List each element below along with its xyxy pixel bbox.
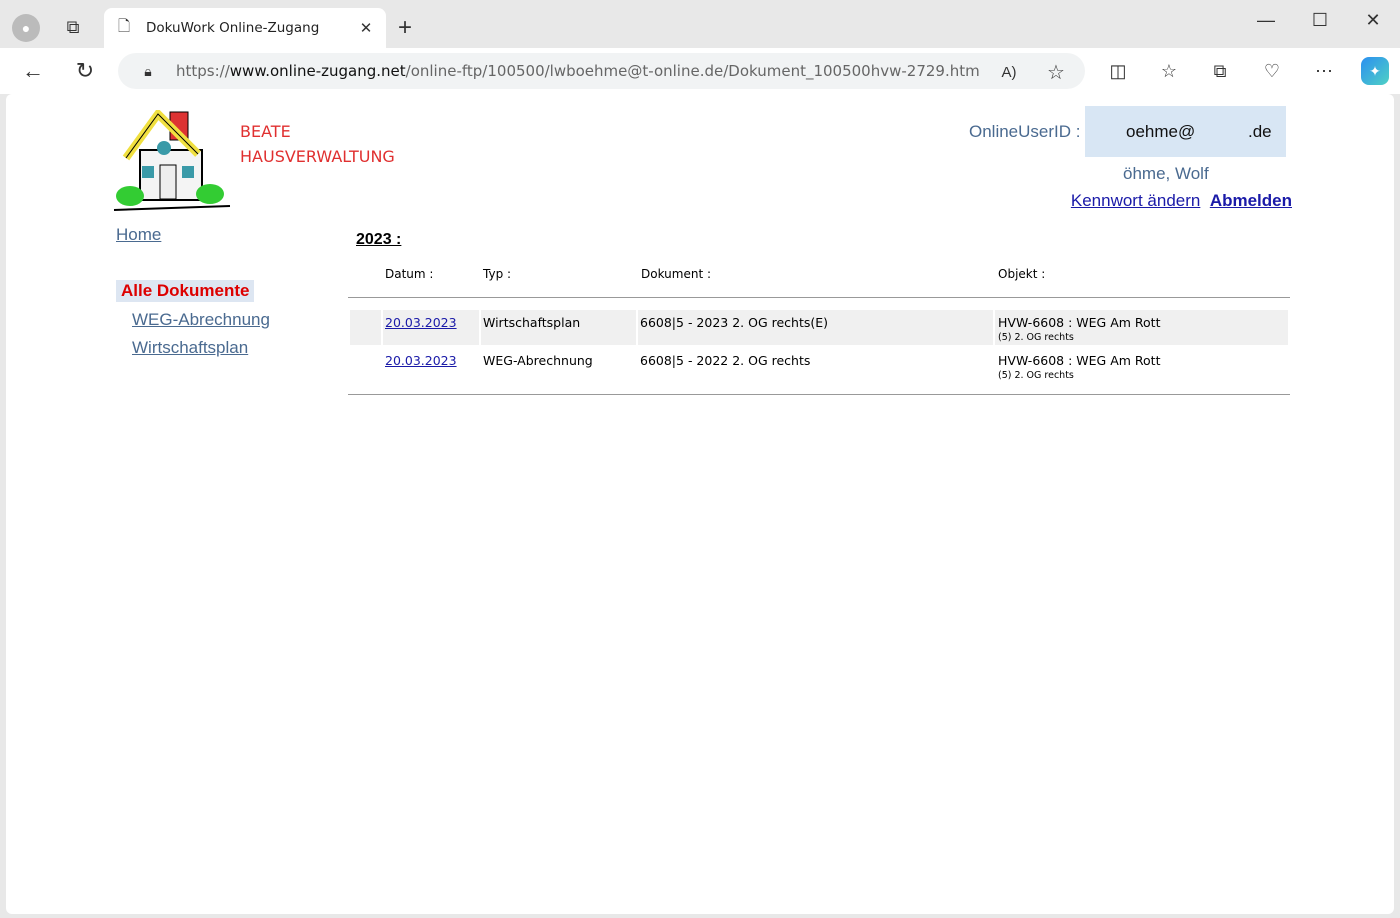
minimize-icon[interactable]: — bbox=[1254, 8, 1278, 32]
new-tab-icon[interactable]: + bbox=[393, 14, 417, 41]
browser-essentials-icon[interactable]: ♡ bbox=[1260, 59, 1284, 83]
collections-icon[interactable]: ⧉ bbox=[1208, 59, 1232, 83]
tab-bar: ● ⧉ 🗋 DokuWork Online-Zugang ✕ + — ☐ ✕ bbox=[0, 0, 1400, 48]
close-tab-icon[interactable]: ✕ bbox=[356, 18, 376, 38]
header-object: Objekt : bbox=[998, 267, 1046, 281]
nav-wirtschaftsplan[interactable]: Wirtschaftsplan bbox=[132, 338, 248, 358]
user-name: öhme, Wolf bbox=[1123, 164, 1209, 183]
document-name: 6608|5 - 2023 2. OG rechts(E) bbox=[638, 310, 993, 345]
table-row: 20.03.2023 WEG-Abrechnung 6608|5 - 2022 … bbox=[350, 348, 1288, 383]
document-date-link[interactable]: 20.03.2023 bbox=[385, 353, 457, 368]
read-aloud-icon[interactable]: A) bbox=[998, 61, 1020, 83]
document-name: 6608|5 - 2022 2. OG rechts bbox=[640, 353, 811, 368]
header-date: Datum : bbox=[385, 267, 434, 281]
page-content: BEATE HAUSVERWALTUNG OnlineUserID : oehme… bbox=[6, 94, 1394, 914]
copilot-icon[interactable]: ✦ bbox=[1361, 57, 1389, 85]
year-heading: 2023 : bbox=[356, 231, 402, 248]
brand-line1: BEATE bbox=[240, 122, 291, 141]
user-id-part2: .de bbox=[1248, 122, 1272, 141]
brand-name: BEATE HAUSVERWALTUNG bbox=[240, 119, 395, 169]
table-row: 20.03.2023 Wirtschaftsplan 6608|5 - 2023… bbox=[350, 310, 1288, 345]
divider bbox=[348, 297, 1290, 298]
url-prefix: https:// bbox=[176, 62, 230, 80]
page-icon: 🗋 bbox=[117, 17, 131, 35]
address-bar[interactable]: 🔒︎ https://www.online-zugang.net/online-… bbox=[118, 53, 1085, 89]
favorites-icon[interactable]: ☆ bbox=[1157, 59, 1181, 83]
url-domain: www.online-zugang.net bbox=[229, 62, 406, 80]
nav-all-documents[interactable]: Alle Dokumente bbox=[116, 280, 255, 302]
house-logo bbox=[113, 110, 231, 211]
document-type: Wirtschaftsplan bbox=[481, 310, 636, 345]
document-date-link[interactable]: 20.03.2023 bbox=[385, 315, 457, 330]
profile-icon[interactable]: ● bbox=[12, 14, 40, 42]
favorite-star-icon[interactable]: ☆ bbox=[1044, 60, 1068, 84]
back-icon[interactable]: ← bbox=[20, 58, 46, 84]
logout-link[interactable]: Abmelden bbox=[1210, 191, 1292, 210]
address-row: ← ↻ 🔒︎ https://www.online-zugang.net/onl… bbox=[0, 48, 1400, 94]
header-document: Dokument : bbox=[641, 267, 712, 281]
change-password-link[interactable]: Kennwort ändern bbox=[1071, 191, 1200, 210]
maximize-icon[interactable]: ☐ bbox=[1308, 8, 1332, 32]
close-window-icon[interactable]: ✕ bbox=[1361, 8, 1385, 32]
user-id-label: OnlineUserID : bbox=[969, 122, 1081, 141]
home-link[interactable]: Home bbox=[116, 225, 161, 245]
document-type: WEG-Abrechnung bbox=[483, 353, 593, 368]
lock-icon[interactable]: 🔒︎ bbox=[138, 61, 158, 81]
object-unit: (5) 2. OG rechts bbox=[998, 332, 1074, 343]
divider bbox=[348, 394, 1290, 395]
refresh-icon[interactable]: ↻ bbox=[72, 58, 98, 84]
user-id-part1: oehme@ bbox=[1126, 122, 1196, 141]
url-path: /online-ftp/100500/lwboehme@t-online.de/… bbox=[405, 62, 980, 80]
object-unit: (5) 2. OG rechts bbox=[998, 370, 1074, 381]
object-name: HVW-6608 : WEG Am Rott bbox=[998, 353, 1161, 368]
tab-active[interactable]: 🗋 DokuWork Online-Zugang ✕ bbox=[104, 8, 386, 48]
workspaces-icon[interactable]: ⧉ bbox=[60, 14, 86, 40]
brand-line2: HAUSVERWALTUNG bbox=[240, 147, 395, 166]
object-name: HVW-6608 : WEG Am Rott bbox=[998, 315, 1161, 330]
user-id-value: oehme@ .de bbox=[1085, 106, 1286, 157]
tab-title: DokuWork Online-Zugang bbox=[146, 20, 320, 36]
nav-weg-abrechnung[interactable]: WEG-Abrechnung bbox=[132, 310, 270, 330]
more-icon[interactable]: ⋯ bbox=[1312, 59, 1336, 83]
header-type: Typ : bbox=[483, 267, 512, 281]
split-screen-icon[interactable]: ◫ bbox=[1106, 59, 1130, 83]
